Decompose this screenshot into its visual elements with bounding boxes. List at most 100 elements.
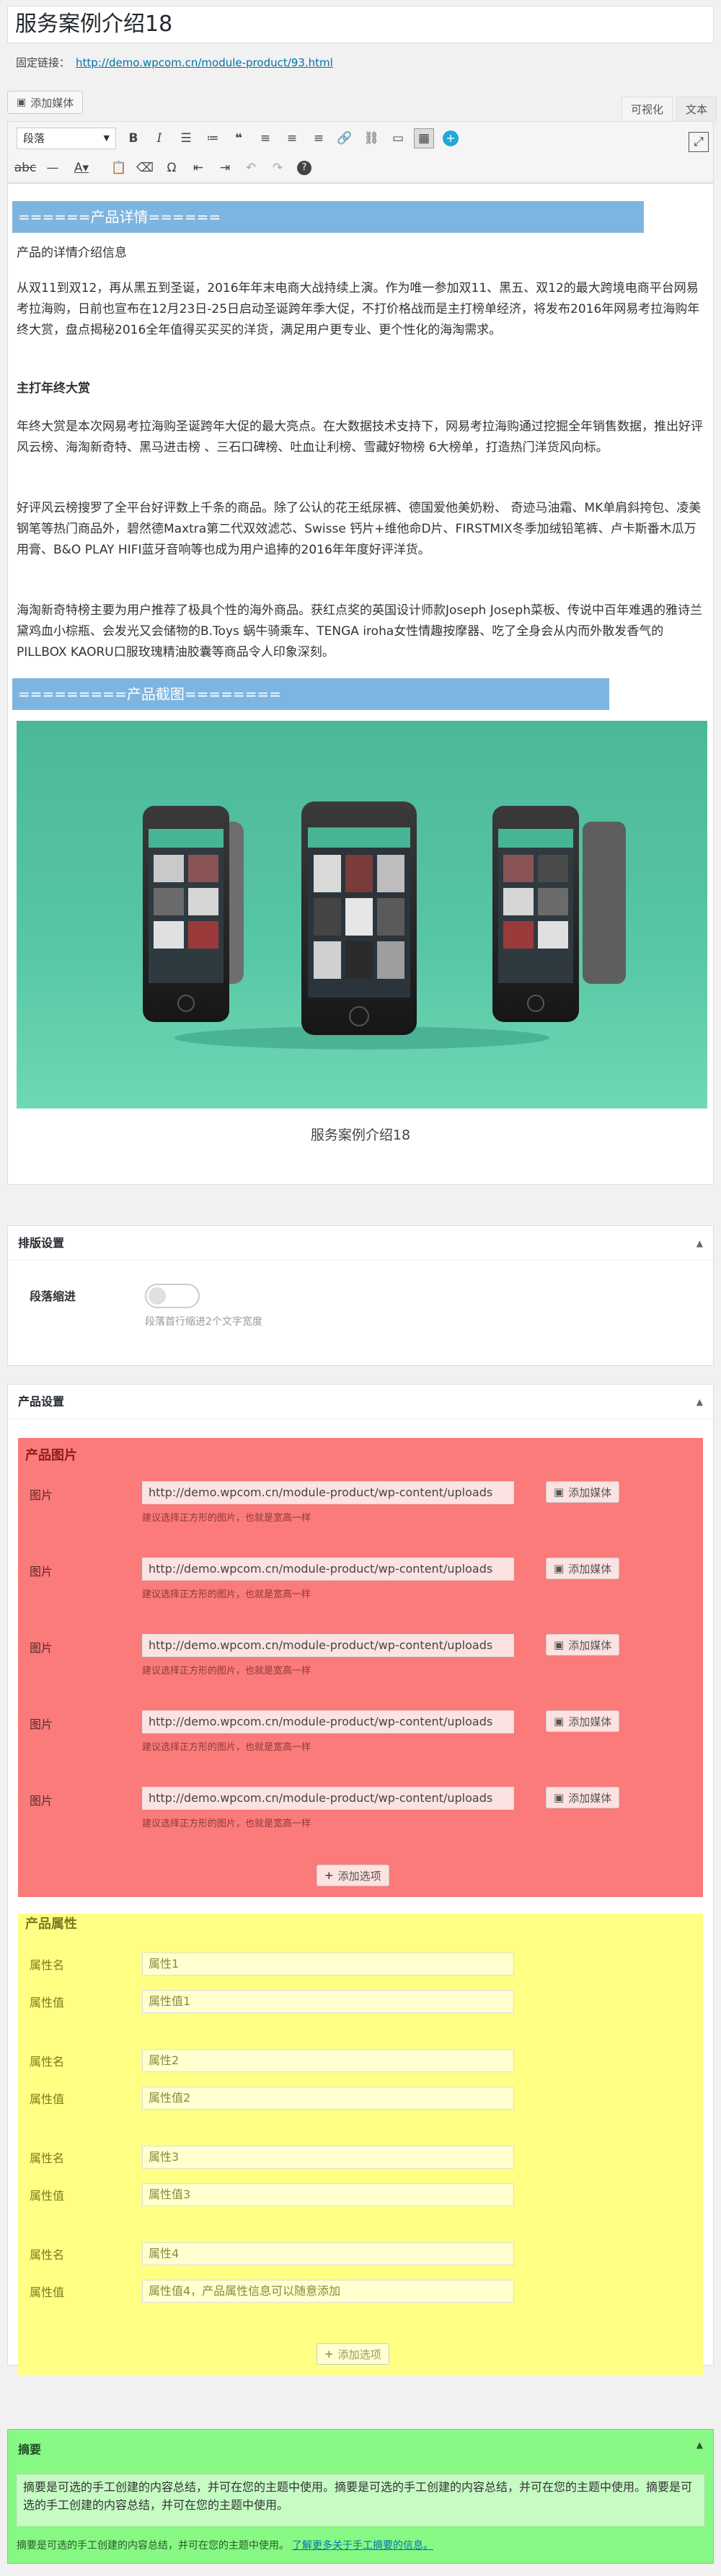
plus-icon: +: [324, 2348, 334, 2360]
attr-name-label: 属性名: [30, 2151, 65, 2165]
summary-help: 摘要是可选的手工创建的内容总结，并可在您的主题中使用。 了解更多关于手工摘要的信息…: [17, 2540, 433, 2551]
image-help: 建议选择正方形的图片，也就是宽高一样: [142, 1513, 311, 1524]
product-images-section: 产品图片 图片 http://demo.wpcom.cn/module-prod…: [18, 1438, 703, 1897]
paragraph: 海淘新奇特榜主要为用户推荐了极具个性的海外商品。获红点奖的英国设计师款Josep…: [17, 603, 702, 659]
media-icon: ▣: [554, 1562, 565, 1575]
unlink-icon[interactable]: ⛓: [361, 128, 381, 148]
toolbar-toggle-icon[interactable]: ▦: [414, 128, 434, 148]
panel-title: 产品设置: [18, 1395, 65, 1408]
attr-value-input[interactable]: 属性值1: [142, 1990, 514, 2013]
attr-name-input[interactable]: 属性3: [142, 2146, 514, 2169]
permalink-label: 固定链接：: [16, 56, 71, 69]
horizontal-line-icon[interactable]: —: [43, 158, 63, 178]
attr-value-input[interactable]: 属性值3: [142, 2183, 514, 2206]
paragraph: 产品的详情介绍信息: [17, 246, 127, 260]
indent-toggle[interactable]: [145, 1284, 200, 1308]
add-media-button[interactable]: ▣ 添加媒体: [546, 1634, 620, 1656]
image-label: 图片: [30, 1641, 53, 1655]
layout-settings-panel: 排版设置 ▲ 段落缩进 段落首行缩进2个文字宽度: [7, 1225, 714, 1366]
add-option-button[interactable]: + 添加选项: [317, 2343, 389, 2365]
image-help: 建议选择正方形的图片，也就是宽高一样: [142, 1818, 311, 1829]
section-title: 产品图片: [25, 1448, 77, 1463]
redo-icon[interactable]: ↷: [267, 158, 288, 178]
panel-title: 排版设置: [18, 1236, 65, 1250]
image-url-input[interactable]: http://demo.wpcom.cn/module-product/wp-c…: [142, 1558, 514, 1581]
tab-visual[interactable]: 可视化: [622, 97, 673, 121]
tab-text[interactable]: 文本: [676, 97, 717, 121]
align-center-icon[interactable]: ≡: [282, 128, 302, 148]
post-title-input[interactable]: 服务案例介绍18: [7, 6, 714, 43]
format-select[interactable]: 段落 ▼: [17, 128, 116, 149]
align-right-icon[interactable]: ≡: [309, 128, 329, 148]
read-more-icon[interactable]: ▭: [388, 128, 408, 148]
outdent-icon[interactable]: ⇤: [188, 158, 208, 178]
link-icon[interactable]: 🔗: [335, 128, 355, 148]
plus-icon[interactable]: +: [441, 128, 461, 148]
collapse-arrow-icon[interactable]: ▲: [696, 1385, 703, 1419]
media-icon: ▣: [554, 1715, 565, 1728]
add-media-button[interactable]: ▣ 添加媒体: [546, 1481, 620, 1503]
image-label: 图片: [30, 1718, 53, 1731]
product-screenshot-image[interactable]: [17, 721, 707, 1109]
image-url-input[interactable]: http://demo.wpcom.cn/module-product/wp-c…: [142, 1710, 514, 1733]
image-url-input[interactable]: http://demo.wpcom.cn/module-product/wp-c…: [142, 1481, 514, 1504]
add-media-button[interactable]: ▣ 添加媒体: [546, 1558, 620, 1579]
attr-value-label: 属性值: [30, 2286, 65, 2299]
image-help: 建议选择正方形的图片，也就是宽高一样: [142, 1742, 311, 1753]
panel-header[interactable]: 排版设置 ▲: [8, 1226, 713, 1261]
plus-icon: +: [324, 1869, 334, 1882]
attr-value-label: 属性值: [30, 1996, 65, 2009]
attr-name-input[interactable]: 属性2: [142, 2049, 514, 2072]
fullscreen-icon[interactable]: ⤢: [689, 132, 709, 152]
help-icon[interactable]: ?: [294, 158, 314, 178]
indent-icon[interactable]: ⇥: [215, 158, 235, 178]
indent-help: 段落首行缩进2个文字宽度: [145, 1316, 262, 1328]
section-heading-screenshots: =========产品截图========: [12, 678, 609, 710]
indent-label: 段落缩进: [30, 1289, 76, 1303]
paste-text-icon[interactable]: 📋: [109, 158, 129, 178]
attr-name-label: 属性名: [30, 1958, 65, 1972]
blockquote-icon[interactable]: ❝: [229, 128, 249, 148]
attr-name-input[interactable]: 属性4: [142, 2242, 514, 2265]
image-url-input[interactable]: http://demo.wpcom.cn/module-product/wp-c…: [142, 1787, 514, 1810]
editor-content[interactable]: ======产品详情====== 产品的详情介绍信息 从双11到双12，再从黑五…: [7, 183, 714, 1185]
numbered-list-icon[interactable]: ≔: [203, 128, 223, 148]
summary-textarea[interactable]: 摘要是可选的手工创建的内容总结，并可在您的主题中使用。摘要是可选的手工创建的内容…: [17, 2474, 704, 2526]
bullet-list-icon[interactable]: ☰: [176, 128, 196, 148]
text-color-icon[interactable]: A▾: [71, 158, 92, 178]
phones-illustration: [143, 801, 626, 1049]
bold-icon[interactable]: B: [123, 128, 143, 148]
bold-heading: 主打年终大赏: [17, 381, 90, 396]
attr-value-input[interactable]: 属性值2: [142, 2087, 514, 2110]
media-icon: ▣: [17, 97, 27, 108]
panel-header[interactable]: 产品设置 ▲: [8, 1385, 713, 1419]
paragraph: 好评风云榜搜罗了全平台好评数上千条的商品。除了公认的花王纸尿裤、德国爱他美奶粉、…: [17, 501, 702, 557]
image-url-input[interactable]: http://demo.wpcom.cn/module-product/wp-c…: [142, 1634, 514, 1657]
collapse-arrow-icon[interactable]: ▲: [696, 2440, 703, 2450]
summary-learn-more-link[interactable]: 了解更多关于手工摘要的信息。: [292, 2540, 433, 2551]
summary-panel: 摘要 ▲ 摘要是可选的手工创建的内容总结，并可在您的主题中使用。摘要是可选的手工…: [7, 2429, 714, 2564]
permalink: 固定链接： http://demo.wpcom.cn/module-product…: [16, 55, 333, 70]
add-media-button[interactable]: ▣ 添加媒体: [546, 1710, 620, 1732]
product-attributes-section: 产品属性 属性名 属性1 属性值 属性值1 属性名 属性2 属性值 属性值2 属…: [18, 1914, 703, 2375]
paragraph: 从双11到双12，再从黑五到圣诞，2016年年末电商大战持续上演。作为唯一参加双…: [17, 281, 700, 337]
special-char-icon[interactable]: Ω: [162, 158, 182, 178]
attr-name-input[interactable]: 属性1: [142, 1953, 514, 1976]
add-media-button[interactable]: ▣ 添加媒体: [546, 1787, 620, 1808]
attr-name-label: 属性名: [30, 2055, 65, 2069]
image-label: 图片: [30, 1565, 53, 1578]
strikethrough-icon[interactable]: abc: [14, 158, 37, 178]
media-icon: ▣: [554, 1791, 565, 1804]
attr-value-input[interactable]: 属性值4，产品属性信息可以随意添加: [142, 2280, 514, 2303]
add-option-button[interactable]: + 添加选项: [317, 1865, 389, 1886]
image-label: 图片: [30, 1794, 53, 1808]
image-label: 图片: [30, 1488, 53, 1502]
italic-icon[interactable]: I: [149, 128, 169, 148]
add-media-button[interactable]: ▣ 添加媒体: [7, 91, 84, 114]
collapse-arrow-icon[interactable]: ▲: [696, 1226, 703, 1261]
clear-format-icon[interactable]: ⌫: [135, 158, 155, 178]
image-help: 建议选择正方形的图片，也就是宽高一样: [142, 1666, 311, 1676]
permalink-link[interactable]: http://demo.wpcom.cn/module-product/93.h…: [76, 56, 333, 69]
undo-icon[interactable]: ↶: [241, 158, 261, 178]
align-left-icon[interactable]: ≡: [255, 128, 275, 148]
